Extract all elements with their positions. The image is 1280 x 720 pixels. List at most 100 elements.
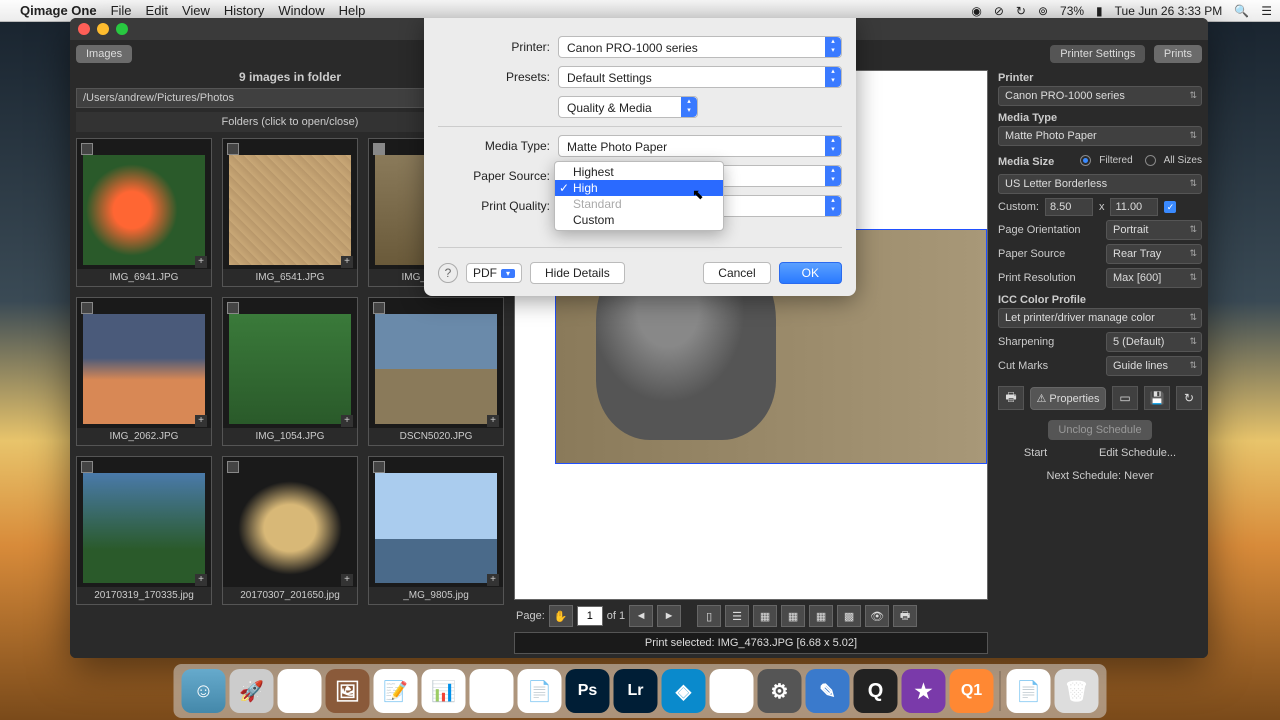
menu-help[interactable]: Help bbox=[339, 3, 366, 18]
sheet-printer-select[interactable]: Canon PRO-1000 series bbox=[558, 36, 842, 58]
help-button[interactable]: ? bbox=[438, 263, 458, 283]
app-menu[interactable]: Qimage One bbox=[20, 3, 97, 18]
clock[interactable]: Tue Jun 26 3:33 PM bbox=[1115, 4, 1223, 18]
sheet-mediatype-select[interactable]: Matte Photo Paper bbox=[558, 135, 842, 157]
add-icon[interactable]: + bbox=[341, 415, 353, 427]
view-icon[interactable]: 👁 bbox=[865, 605, 889, 627]
prev-page-icon[interactable]: ◄ bbox=[629, 605, 653, 627]
cancel-button[interactable]: Cancel bbox=[703, 262, 770, 284]
thumb-item[interactable]: +IMG_6541.JPG bbox=[222, 138, 358, 287]
menu-file[interactable]: File bbox=[111, 3, 132, 18]
printer-select[interactable]: Canon PRO-1000 series⇅ bbox=[998, 86, 1202, 106]
numbers-icon[interactable]: 📊 bbox=[422, 669, 466, 713]
app-icon[interactable]: ◈ bbox=[662, 669, 706, 713]
add-icon[interactable]: + bbox=[341, 256, 353, 268]
custom-check[interactable]: ✓ bbox=[1164, 201, 1176, 213]
thumb-item[interactable]: +DSCN5020.JPG bbox=[368, 297, 504, 446]
open-icon[interactable]: ▭ bbox=[1112, 386, 1138, 410]
finder-icon[interactable]: ☺ bbox=[182, 669, 226, 713]
custom-width-input[interactable] bbox=[1045, 198, 1093, 216]
hand-tool-icon[interactable]: ✋ bbox=[549, 605, 573, 627]
add-icon[interactable]: + bbox=[195, 256, 207, 268]
close-window[interactable] bbox=[78, 23, 90, 35]
preview-icon[interactable]: 🖼 bbox=[326, 669, 370, 713]
sheet-presets-select[interactable]: Default Settings bbox=[558, 66, 842, 88]
trash-icon[interactable]: 🗑 bbox=[1055, 669, 1099, 713]
notes-icon[interactable]: 📄 bbox=[518, 669, 562, 713]
lightroom-icon[interactable]: Lr bbox=[614, 669, 658, 713]
layout-4-icon[interactable]: ▦ bbox=[781, 605, 805, 627]
allsizes-radio[interactable] bbox=[1145, 155, 1156, 166]
hide-details-button[interactable]: Hide Details bbox=[530, 262, 625, 284]
add-icon[interactable]: + bbox=[195, 574, 207, 586]
document-icon[interactable]: 📄 bbox=[1007, 669, 1051, 713]
launchpad-icon[interactable]: 🚀 bbox=[230, 669, 274, 713]
resolution-select[interactable]: Max [600]⇅ bbox=[1106, 268, 1202, 288]
layout-5-icon[interactable]: ▦ bbox=[809, 605, 833, 627]
orientation-select[interactable]: Portrait⇅ bbox=[1106, 220, 1202, 240]
thumb-item[interactable]: +_MG_9805.jpg bbox=[368, 456, 504, 605]
menu-window[interactable]: Window bbox=[278, 3, 324, 18]
add-icon[interactable]: + bbox=[195, 415, 207, 427]
menu-history[interactable]: History bbox=[224, 3, 264, 18]
thumb-item[interactable]: +20170307_201650.jpg bbox=[222, 456, 358, 605]
filtered-radio[interactable] bbox=[1080, 155, 1091, 166]
add-icon[interactable]: + bbox=[487, 415, 499, 427]
photos-icon[interactable]: ✿ bbox=[710, 669, 754, 713]
edit-schedule-button[interactable]: Edit Schedule... bbox=[1091, 444, 1184, 462]
quality-opt-custom[interactable]: Custom bbox=[555, 212, 723, 228]
notifications-icon[interactable]: ☰ bbox=[1261, 4, 1272, 18]
properties-button[interactable]: ⚠ Properties bbox=[1030, 387, 1106, 410]
quality-opt-highest[interactable]: Highest bbox=[555, 164, 723, 180]
paper-source-select[interactable]: Rear Tray⇅ bbox=[1106, 244, 1202, 264]
qimage-icon[interactable]: Q1 bbox=[950, 669, 994, 713]
timemachine-icon[interactable]: ↻ bbox=[1016, 4, 1026, 18]
custom-height-input[interactable] bbox=[1110, 198, 1158, 216]
battery-icon[interactable]: ▮ bbox=[1096, 4, 1103, 18]
wifi-icon[interactable]: ⊚ bbox=[1038, 4, 1048, 18]
photoshop-icon[interactable]: Ps bbox=[566, 669, 610, 713]
tab-printer-settings[interactable]: Printer Settings bbox=[1050, 45, 1145, 63]
chrome-icon[interactable]: ◉ bbox=[278, 669, 322, 713]
quality-opt-high[interactable]: High bbox=[555, 180, 723, 196]
thumb-item[interactable]: +IMG_6941.JPG bbox=[76, 138, 212, 287]
screenrec-icon[interactable]: ◉ bbox=[971, 4, 981, 18]
print-icon[interactable]: 🖶 bbox=[893, 605, 917, 627]
zoom-window[interactable] bbox=[116, 23, 128, 35]
tab-prints[interactable]: Prints bbox=[1154, 45, 1202, 63]
next-page-icon[interactable]: ► bbox=[657, 605, 681, 627]
tool-icon[interactable]: ✎ bbox=[806, 669, 850, 713]
save-icon[interactable]: 💾 bbox=[1144, 386, 1170, 410]
media-size-select[interactable]: US Letter Borderless⇅ bbox=[998, 174, 1202, 194]
sheet-section-select[interactable]: Quality & Media bbox=[558, 96, 698, 118]
thumb-item[interactable]: +20170319_170335.jpg bbox=[76, 456, 212, 605]
layout-1-icon[interactable]: ▯ bbox=[697, 605, 721, 627]
imovie-icon[interactable]: ★ bbox=[902, 669, 946, 713]
icc-select[interactable]: Let printer/driver manage color⇅ bbox=[998, 308, 1202, 328]
unclog-button[interactable]: Unclog Schedule bbox=[1048, 420, 1151, 440]
pdf-menu-button[interactable]: PDF▾ bbox=[466, 263, 522, 283]
media-type-select[interactable]: Matte Photo Paper⇅ bbox=[998, 126, 1202, 146]
thumb-item[interactable]: +IMG_2062.JPG bbox=[76, 297, 212, 446]
refresh-icon[interactable]: ↻ bbox=[1176, 386, 1202, 410]
textedit-icon[interactable]: 📝 bbox=[374, 669, 418, 713]
quicktime-icon[interactable]: Q bbox=[854, 669, 898, 713]
ok-button[interactable]: OK bbox=[779, 262, 842, 284]
layout-2-icon[interactable]: ☰ bbox=[725, 605, 749, 627]
start-button[interactable]: Start bbox=[1016, 444, 1055, 462]
layout-6-icon[interactable]: ▩ bbox=[837, 605, 861, 627]
tab-images[interactable]: Images bbox=[76, 45, 132, 63]
menu-view[interactable]: View bbox=[182, 3, 210, 18]
cutmarks-select[interactable]: Guide lines⇅ bbox=[1106, 356, 1202, 376]
thumb-item[interactable]: +IMG_1054.JPG bbox=[222, 297, 358, 446]
settings-icon[interactable]: ⚙ bbox=[758, 669, 802, 713]
add-icon[interactable]: + bbox=[487, 574, 499, 586]
keynote-icon[interactable]: 📽 bbox=[470, 669, 514, 713]
page-number-input[interactable] bbox=[577, 606, 603, 626]
print-button-icon[interactable]: 🖶 bbox=[998, 386, 1024, 410]
menu-edit[interactable]: Edit bbox=[146, 3, 168, 18]
add-icon[interactable]: + bbox=[341, 574, 353, 586]
layout-3-icon[interactable]: ▦ bbox=[753, 605, 777, 627]
donotdisturb-icon[interactable]: ⊘ bbox=[994, 4, 1004, 18]
minimize-window[interactable] bbox=[97, 23, 109, 35]
